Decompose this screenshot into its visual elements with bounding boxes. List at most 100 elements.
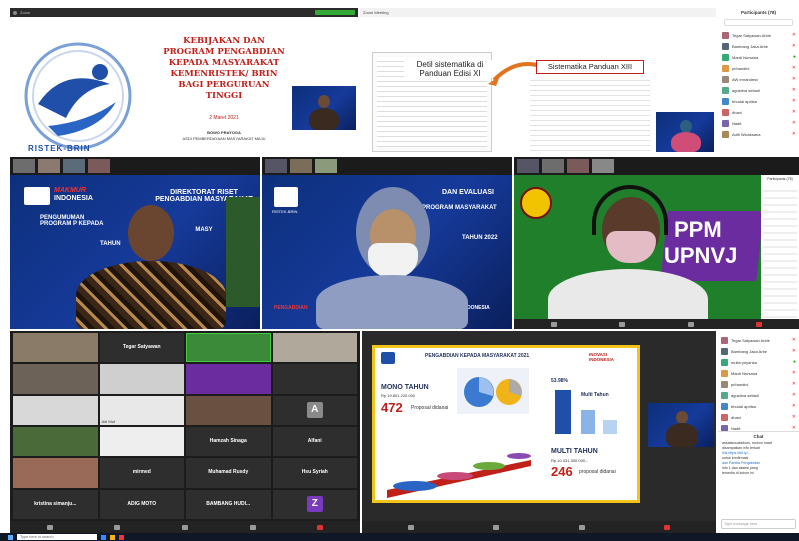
cam2-line2: PROGRAM MASYARAKAT bbox=[422, 205, 497, 211]
start-icon[interactable] bbox=[8, 534, 13, 540]
video-tile[interactable] bbox=[99, 427, 184, 457]
taskbar-app-icon[interactable] bbox=[119, 534, 124, 540]
left-heading: Detil sistematika di Panduan Edisi XI bbox=[404, 60, 496, 78]
mic-icon[interactable] bbox=[407, 524, 414, 530]
video-icon[interactable] bbox=[619, 321, 626, 327]
mic-muted-icon: ✕ bbox=[791, 43, 796, 49]
video-tile[interactable]: Hsu Syriah bbox=[272, 458, 357, 488]
share-icon[interactable] bbox=[687, 321, 694, 327]
participant-row[interactable]: Bambang Jaka Arbe ✕ bbox=[722, 41, 796, 51]
video-tile[interactable] bbox=[99, 364, 184, 394]
presenter-title: ASDI PEMBERDAYAAN MASYARAKAT MAJU bbox=[182, 136, 266, 141]
mono-label: MONO TAHUN bbox=[381, 384, 429, 391]
leave-icon[interactable] bbox=[755, 321, 762, 327]
video-tile[interactable]: kristina simanju... bbox=[13, 489, 98, 519]
participant-row[interactable]: bhudai aprilsa ✕ bbox=[722, 96, 796, 106]
brand-makmur: MAKMUR bbox=[54, 187, 86, 194]
meeting-toolbar[interactable] bbox=[514, 319, 799, 329]
participant-row[interactable]: Mardi Nursana ● bbox=[722, 52, 796, 62]
participant-row[interactable]: dhani ✕ bbox=[722, 107, 796, 117]
window-dot-icon bbox=[13, 10, 17, 15]
taskbar-app-icon[interactable] bbox=[110, 534, 115, 540]
participants-icon[interactable] bbox=[181, 524, 188, 530]
taskbar-search[interactable]: Type here to search bbox=[17, 534, 97, 540]
video-tile[interactable] bbox=[13, 395, 98, 425]
mic-muted-icon: ✕ bbox=[791, 120, 796, 126]
participant-row[interactable]: bhudai aprilsa ✕ bbox=[721, 401, 796, 411]
video-tile[interactable] bbox=[186, 395, 271, 425]
mono-unit: Proposal didanai bbox=[411, 405, 449, 411]
video-tile[interactable]: ADIG MOTO bbox=[99, 489, 184, 519]
share-icon[interactable] bbox=[249, 524, 256, 530]
avatar bbox=[722, 97, 729, 105]
taskbar-app-icon[interactable] bbox=[101, 534, 106, 540]
participant-row[interactable]: mulia priyanka ● bbox=[721, 357, 796, 367]
participant-search[interactable] bbox=[724, 19, 793, 26]
video-tile[interactable]: BAMBANG HUDI... bbox=[186, 489, 271, 519]
video-tile[interactable]: Hamzah Sinaga bbox=[186, 427, 271, 457]
infographic-logo bbox=[381, 352, 395, 364]
video-tile[interactable]: Adi Mut bbox=[99, 395, 184, 425]
video-tile[interactable] bbox=[272, 364, 357, 394]
participant-row[interactable]: Mardi Nursana ✕ bbox=[721, 368, 796, 378]
zoom-window-titlebar: Zoom Meeting bbox=[360, 8, 716, 17]
participant-row[interactable]: agustina setiadi ✕ bbox=[722, 85, 796, 95]
right-heading-box: Sistematika Panduan XIII bbox=[536, 60, 644, 74]
participant-row[interactable]: prihandini ✕ bbox=[721, 379, 796, 389]
speaker-body bbox=[76, 261, 226, 329]
brand-indonesia: INDONESIA bbox=[54, 195, 93, 202]
participant-row[interactable]: Bambang Jaka Arbe ✕ bbox=[721, 346, 796, 356]
video-tile[interactable]: Alfani bbox=[272, 427, 357, 457]
participant-row[interactable]: AW ernandesv ✕ bbox=[722, 74, 796, 84]
thumb-strip bbox=[514, 157, 799, 175]
meeting-toolbar[interactable] bbox=[362, 521, 716, 533]
participant-row[interactable]: dhani ✕ bbox=[721, 412, 796, 422]
ppm-text: PPM bbox=[674, 217, 722, 242]
video-tile[interactable]: mirmed bbox=[99, 458, 184, 488]
slide-brand: RISTEK-BRIN bbox=[28, 144, 91, 153]
video-tile[interactable]: Tegar Satyawan bbox=[99, 333, 184, 363]
slide-title: KEBIJAKAN DAN PROGRAM PENGABDIAN KEPADA … bbox=[163, 36, 285, 101]
video-tile[interactable]: A bbox=[272, 395, 357, 425]
leave-icon[interactable] bbox=[664, 524, 671, 530]
participant-row[interactable]: Tegar Satyawan Arbie ✕ bbox=[722, 30, 796, 40]
shared-slide-panel-1: Zoom RISTEK-BRIN KEBIJAKAN DAN PROGRAM P… bbox=[10, 8, 358, 154]
video-tile[interactable] bbox=[186, 364, 271, 394]
share-status-bar[interactable] bbox=[315, 10, 355, 15]
infographic-panel: PENGABDIAN KEPADA MASYARAKAT 2021 INOVAS… bbox=[362, 331, 716, 533]
avatar bbox=[722, 64, 729, 72]
face-mask bbox=[606, 231, 656, 263]
mic-icon[interactable] bbox=[46, 524, 53, 530]
chat-input[interactable]: Type message here... bbox=[721, 519, 796, 529]
plant-decoration bbox=[226, 197, 260, 307]
participant-row[interactable]: Aditi Wicaksana ✕ bbox=[722, 129, 796, 139]
video-tile[interactable] bbox=[13, 333, 98, 363]
video-tile[interactable] bbox=[13, 458, 98, 488]
video-tile[interactable] bbox=[186, 333, 271, 363]
chat-icon[interactable] bbox=[578, 524, 585, 530]
leave-icon[interactable] bbox=[317, 524, 324, 530]
video-tile[interactable] bbox=[13, 364, 98, 394]
mic-on-icon: ● bbox=[792, 359, 796, 365]
meeting-toolbar[interactable] bbox=[10, 521, 360, 533]
participant-row[interactable]: Naafi ✕ bbox=[722, 118, 796, 128]
video-icon[interactable] bbox=[114, 524, 121, 530]
video-icon[interactable] bbox=[493, 524, 500, 530]
multi-label: MULTI TAHUN bbox=[551, 448, 598, 455]
avatar bbox=[722, 53, 729, 61]
mic-icon[interactable] bbox=[551, 321, 558, 327]
video-tile[interactable] bbox=[13, 427, 98, 457]
video-tile[interactable]: Muhamad Rusdy bbox=[186, 458, 271, 488]
video-panel-speaker-1: MAKMUR INDONESIA DIREKTORAT RISET PENGAB… bbox=[10, 157, 260, 329]
pct-label: 53.98% bbox=[551, 378, 568, 384]
face-mask bbox=[368, 243, 418, 277]
participant-row[interactable]: agustina setiadi ✕ bbox=[721, 390, 796, 400]
video-tile[interactable] bbox=[272, 333, 357, 363]
infographic-slide: PENGABDIAN KEPADA MASYARAKAT 2021 INOVAS… bbox=[372, 345, 640, 503]
window-titlebar: Zoom bbox=[10, 8, 358, 17]
participant-row[interactable]: prihandini ✕ bbox=[722, 63, 796, 73]
mic-muted-icon: ✕ bbox=[791, 98, 796, 104]
participant-row[interactable]: Tegar Satyawan Arbie ✕ bbox=[721, 335, 796, 345]
participant-list: Tegar Satyawan Arbie ✕ Bambang Jaka Arbe ✕… bbox=[721, 335, 796, 433]
video-tile[interactable]: Z bbox=[272, 489, 357, 519]
